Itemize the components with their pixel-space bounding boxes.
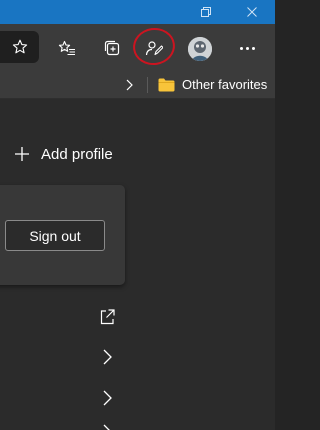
collections-button[interactable] — [96, 32, 128, 64]
favorites-bar: Other favorites — [0, 71, 275, 99]
chevron-right-icon[interactable] — [122, 77, 136, 93]
sign-out-button[interactable]: Sign out — [5, 220, 105, 251]
add-profile-label: Add profile — [41, 145, 113, 163]
address-bar[interactable] — [0, 31, 39, 63]
favorites-list-icon — [58, 40, 75, 56]
profile-panel: Add profile Sign out — [0, 99, 275, 430]
open-external-icon[interactable] — [99, 308, 115, 326]
browser-toolbar — [0, 24, 275, 71]
title-bar — [0, 0, 275, 24]
restore-button[interactable] — [183, 0, 229, 24]
profile-card: Sign out — [0, 185, 125, 285]
avatar-image — [188, 37, 212, 61]
favorites-button[interactable] — [51, 32, 83, 64]
add-profile-button[interactable]: Add profile — [14, 143, 113, 165]
profile-avatar[interactable] — [188, 37, 212, 61]
chevron-right-icon[interactable] — [99, 389, 115, 407]
plus-icon — [15, 147, 29, 161]
restore-icon — [201, 7, 211, 17]
favorites-separator — [147, 77, 148, 93]
close-button[interactable] — [229, 0, 275, 24]
star-icon[interactable] — [12, 39, 28, 55]
folder-icon[interactable] — [158, 78, 175, 92]
close-icon — [247, 7, 257, 17]
chevron-right-icon[interactable] — [99, 348, 115, 366]
more-menu-icon[interactable] — [231, 32, 263, 64]
other-favorites-link[interactable]: Other favorites — [182, 77, 267, 92]
collections-icon — [104, 40, 120, 56]
chevron-right-icon[interactable] — [99, 423, 115, 430]
